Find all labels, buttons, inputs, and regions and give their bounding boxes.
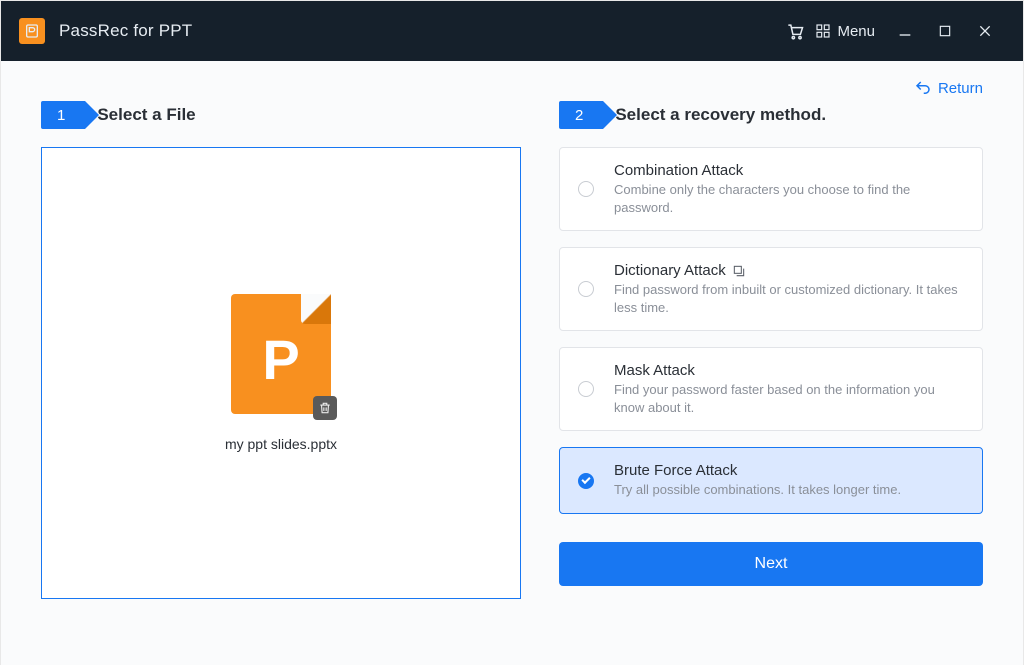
method-card-brute-force-attack[interactable]: Brute Force Attack Try all possible combi…	[559, 447, 983, 514]
methods-list: Combination Attack Combine only the chara…	[559, 147, 983, 514]
remove-file-button[interactable]	[313, 396, 337, 420]
method-desc: Combine only the characters you choose t…	[614, 181, 964, 216]
method-title: Dictionary Attack	[614, 262, 964, 279]
method-desc: Find your password faster based on the i…	[614, 381, 964, 416]
step1-badge: 1	[41, 101, 85, 129]
method-title: Combination Attack	[614, 162, 964, 179]
maximize-button[interactable]	[925, 11, 965, 51]
cart-icon[interactable]	[775, 11, 815, 51]
method-radio[interactable]	[578, 281, 594, 297]
step1-title: Select a File	[97, 105, 195, 125]
method-title: Mask Attack	[614, 362, 964, 379]
method-radio[interactable]	[578, 381, 594, 397]
menu-label: Menu	[837, 23, 875, 40]
minimize-button[interactable]	[885, 11, 925, 51]
method-card-dictionary-attack[interactable]: Dictionary Attack Find password from inbu…	[559, 247, 983, 331]
method-card-mask-attack[interactable]: Mask Attack Find your password faster bas…	[559, 347, 983, 431]
app-logo-icon	[19, 18, 45, 44]
method-radio[interactable]	[578, 181, 594, 197]
content: Return 1 Select a File P	[1, 61, 1023, 665]
return-link[interactable]: Return	[914, 79, 983, 97]
step2-title: Select a recovery method.	[615, 105, 826, 125]
method-desc: Try all possible combinations. It takes …	[614, 481, 964, 499]
return-label: Return	[938, 80, 983, 97]
method-desc: Find password from inbuilt or customized…	[614, 281, 964, 316]
file-dropzone[interactable]: P my ppt slides.pptx	[41, 147, 521, 599]
method-title: Brute Force Attack	[614, 462, 964, 479]
app-title: PassRec for PPT	[59, 21, 192, 41]
method-card-combination-attack[interactable]: Combination Attack Combine only the chara…	[559, 147, 983, 231]
copy-icon	[732, 264, 746, 278]
close-button[interactable]	[965, 11, 1005, 51]
titlebar: PassRec for PPT Menu	[1, 1, 1023, 61]
app-shell: PassRec for PPT Menu	[0, 0, 1024, 665]
step2-badge: 2	[559, 101, 603, 129]
file-icon-wrap: P	[231, 294, 331, 414]
selected-file-name: my ppt slides.pptx	[225, 436, 337, 452]
menu-button[interactable]: Menu	[815, 23, 875, 40]
next-button[interactable]: Next	[559, 542, 983, 586]
step2-panel: 2 Select a recovery method. Combination …	[559, 101, 983, 599]
step1-panel: 1 Select a File P my ppt slides.pptx	[41, 101, 521, 599]
method-radio[interactable]	[578, 473, 594, 489]
